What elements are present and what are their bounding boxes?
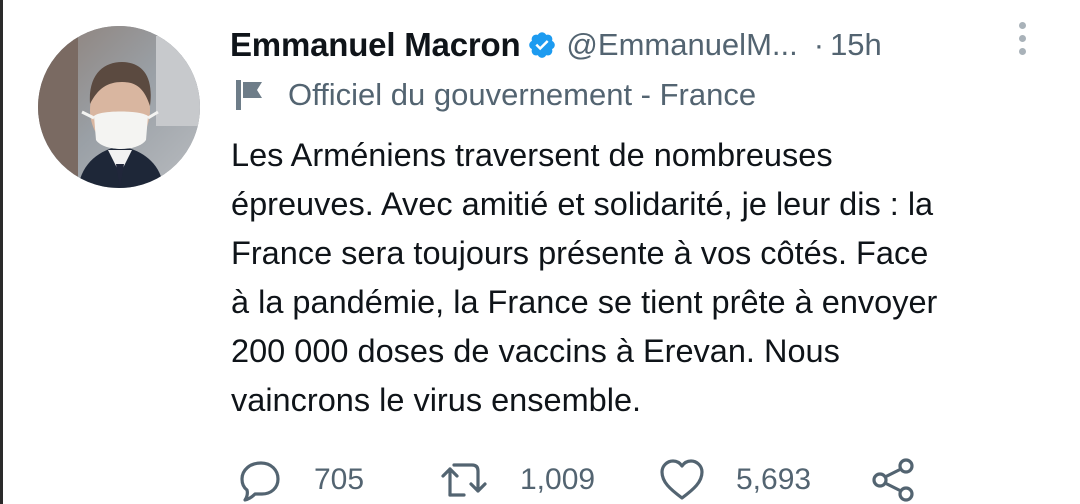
avatar[interactable] — [38, 26, 200, 188]
left-border — [0, 0, 3, 504]
author-name[interactable]: Emmanuel Macron — [230, 26, 521, 64]
reply-count: 705 — [314, 463, 365, 496]
label-text: Officiel du gouvernement - France — [288, 77, 757, 112]
retweet-count: 1,009 — [520, 463, 596, 496]
more-vertical-icon[interactable] — [1012, 22, 1032, 62]
author-handle[interactable]: @EmmanuelM... — [566, 27, 797, 63]
reply-icon — [240, 461, 280, 502]
flag-icon — [236, 80, 262, 110]
government-label[interactable]: Officiel du gouvernement - France — [232, 74, 756, 116]
verified-badge-icon — [529, 32, 556, 58]
tweet-text-line: à la pandémie, la France se tient prête … — [231, 284, 938, 320]
tweet-text-line: Les Arméniens traversent de nombreuses — [231, 137, 833, 173]
share-button[interactable] — [870, 456, 918, 504]
tweet-text-line: épreuves. Avec amitié et solidarité, je … — [231, 186, 934, 222]
tweet-text-line: vaincrons le virus ensemble. — [231, 382, 642, 418]
tweet-text-line: 200 000 doses de vaccins à Erevan. Nous — [231, 333, 840, 369]
reply-button[interactable]: 705 — [238, 456, 364, 504]
like-count: 5,693 — [736, 463, 812, 496]
retweet-button[interactable]: 1,009 — [440, 456, 595, 504]
retweet-icon — [441, 463, 487, 497]
separator-dot: · — [813, 27, 825, 62]
heart-icon — [660, 459, 704, 500]
tweet-actions: 705 1,009 5,693 — [238, 456, 998, 504]
tweet-timestamp[interactable]: 15h — [830, 27, 882, 63]
tweet-header: Emmanuel Macron @EmmanuelM... · 15h — [230, 22, 1020, 68]
tweet-text-line: France sera toujours présente à vos côté… — [231, 235, 929, 271]
tweet-text: Les Arméniens traversent de nombreuses é… — [231, 131, 1051, 425]
like-button[interactable]: 5,693 — [658, 456, 811, 504]
share-icon — [872, 458, 914, 502]
